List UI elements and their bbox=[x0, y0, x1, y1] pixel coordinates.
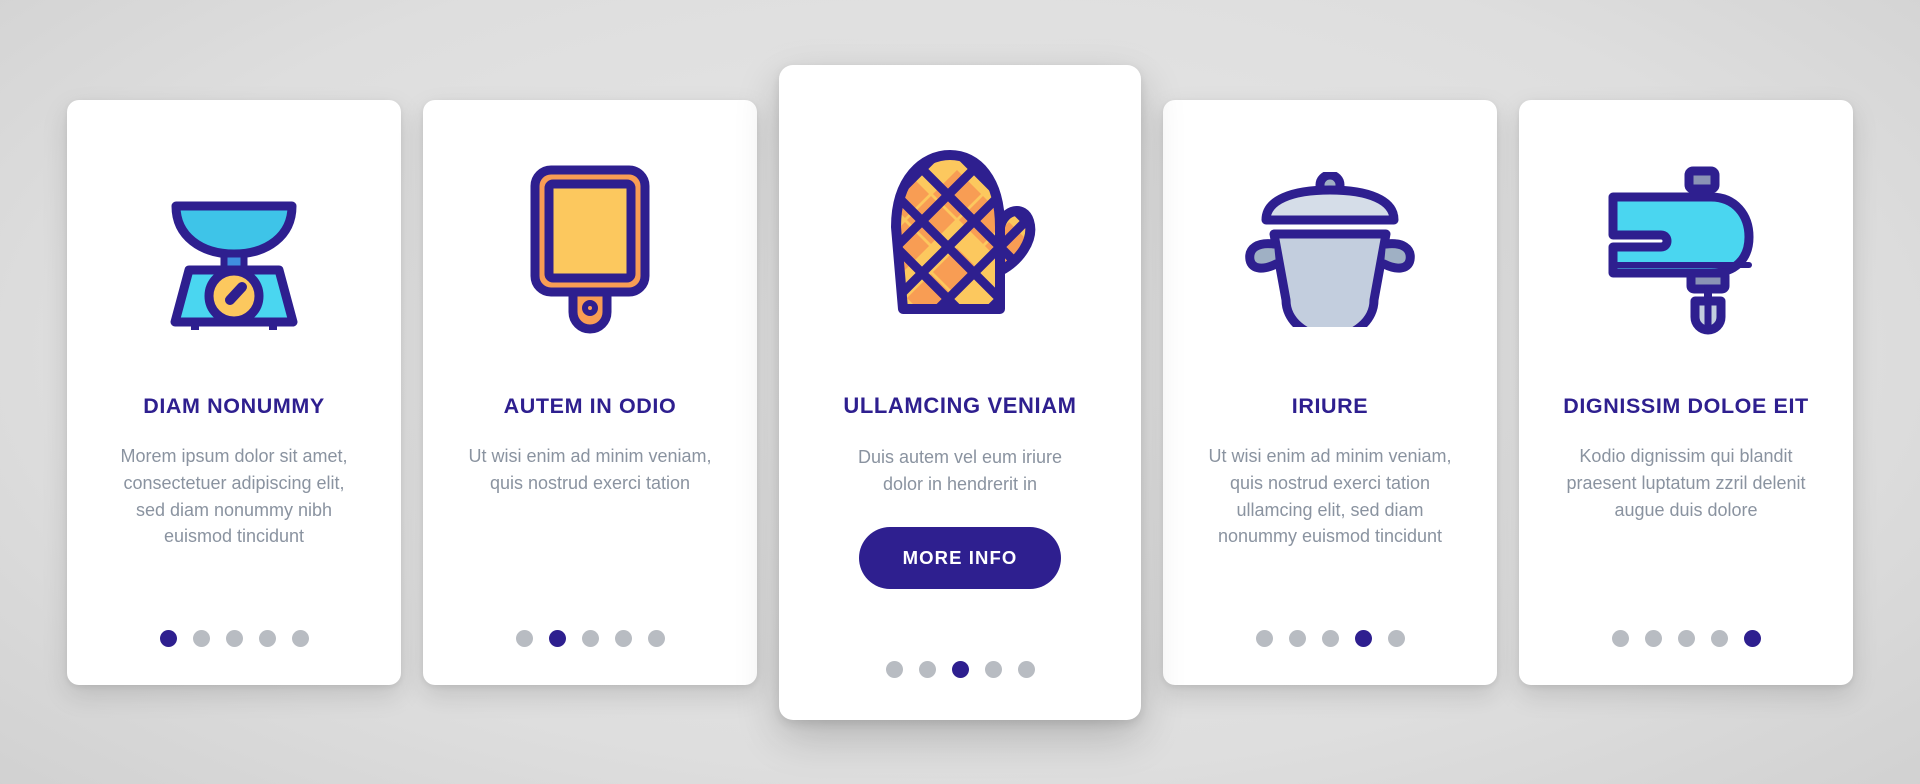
cooking-pot-icon bbox=[1189, 134, 1471, 366]
pager-dot-3[interactable] bbox=[581, 629, 599, 647]
pager-dot-3[interactable] bbox=[225, 629, 243, 647]
card-body-text: Duis autem vel eum iriure dolor in hendr… bbox=[857, 446, 1063, 494]
pager-dot-2[interactable] bbox=[192, 629, 210, 647]
oven-mitt-icon bbox=[805, 107, 1115, 367]
pager-dot-5[interactable] bbox=[1017, 660, 1035, 678]
pager-dots bbox=[67, 629, 401, 647]
pager-dot-5[interactable] bbox=[647, 629, 665, 647]
pager-dot-3[interactable] bbox=[1321, 629, 1339, 647]
pager-dot-2[interactable] bbox=[918, 660, 936, 678]
hand-mixer-icon bbox=[1545, 134, 1827, 366]
pager-dot-4[interactable] bbox=[984, 660, 1002, 678]
pager-dot-4[interactable] bbox=[614, 629, 632, 647]
card-title: DIGNISSIM DOLOE EIT bbox=[1563, 393, 1809, 418]
card-body-text: Morem ipsum dolor sit amet, consectetuer… bbox=[120, 446, 348, 547]
onboarding-card-4[interactable]: IRIURE Ut wisi enim ad minim veniam, qui… bbox=[1163, 99, 1497, 685]
card-body-text: Ut wisi enim ad minim veniam, quis nostr… bbox=[468, 446, 712, 493]
pager-dots bbox=[423, 629, 757, 647]
onboarding-card-3-featured[interactable]: ULLAMCING VENIAM Duis autem vel eum iriu… bbox=[779, 64, 1141, 720]
card-body-text: Kodio dignissim qui blandit praesent lup… bbox=[1566, 446, 1806, 520]
onboarding-card-5[interactable]: DIGNISSIM DOLOE EIT Kodio dignissim qui … bbox=[1519, 99, 1853, 685]
card-title: IRIURE bbox=[1291, 393, 1369, 418]
pager-dot-1[interactable] bbox=[1255, 629, 1273, 647]
pager-dots bbox=[1163, 629, 1497, 647]
card-title: ULLAMCING VENIAM bbox=[843, 392, 1077, 418]
card-title: DIAM NONUMMY bbox=[143, 393, 325, 418]
pager-dots bbox=[1519, 629, 1853, 647]
pager-dot-5[interactable] bbox=[1387, 629, 1405, 647]
pager-dot-2[interactable] bbox=[1644, 629, 1662, 647]
pager-dot-1[interactable] bbox=[885, 660, 903, 678]
card-body-text: Ut wisi enim ad minim veniam, quis nostr… bbox=[1208, 446, 1452, 547]
pager-dot-3[interactable] bbox=[1677, 629, 1695, 647]
pager-dot-5[interactable] bbox=[291, 629, 309, 647]
pager-dot-2[interactable] bbox=[548, 629, 566, 647]
pager-dot-1[interactable] bbox=[159, 629, 177, 647]
pager-dot-2[interactable] bbox=[1288, 629, 1306, 647]
more-info-button[interactable]: MORE INFO bbox=[858, 527, 1062, 590]
pager-dot-4[interactable] bbox=[258, 629, 276, 647]
pager-dots bbox=[779, 660, 1141, 678]
onboarding-card-1[interactable]: DIAM NONUMMY Morem ipsum dolor sit amet,… bbox=[67, 99, 401, 685]
onboarding-card-row: DIAM NONUMMY Morem ipsum dolor sit amet,… bbox=[0, 0, 1920, 784]
pager-dot-1[interactable] bbox=[1611, 629, 1629, 647]
pager-dot-4[interactable] bbox=[1710, 629, 1728, 647]
pager-dot-3[interactable] bbox=[951, 660, 969, 678]
pager-dot-4[interactable] bbox=[1354, 629, 1372, 647]
kitchen-scale-icon bbox=[93, 134, 375, 366]
onboarding-card-2[interactable]: AUTEM IN ODIO Ut wisi enim ad minim veni… bbox=[423, 99, 757, 685]
card-title: AUTEM IN ODIO bbox=[503, 393, 677, 418]
pager-dot-1[interactable] bbox=[515, 629, 533, 647]
cutting-board-icon bbox=[449, 134, 731, 366]
pager-dot-5[interactable] bbox=[1743, 629, 1761, 647]
